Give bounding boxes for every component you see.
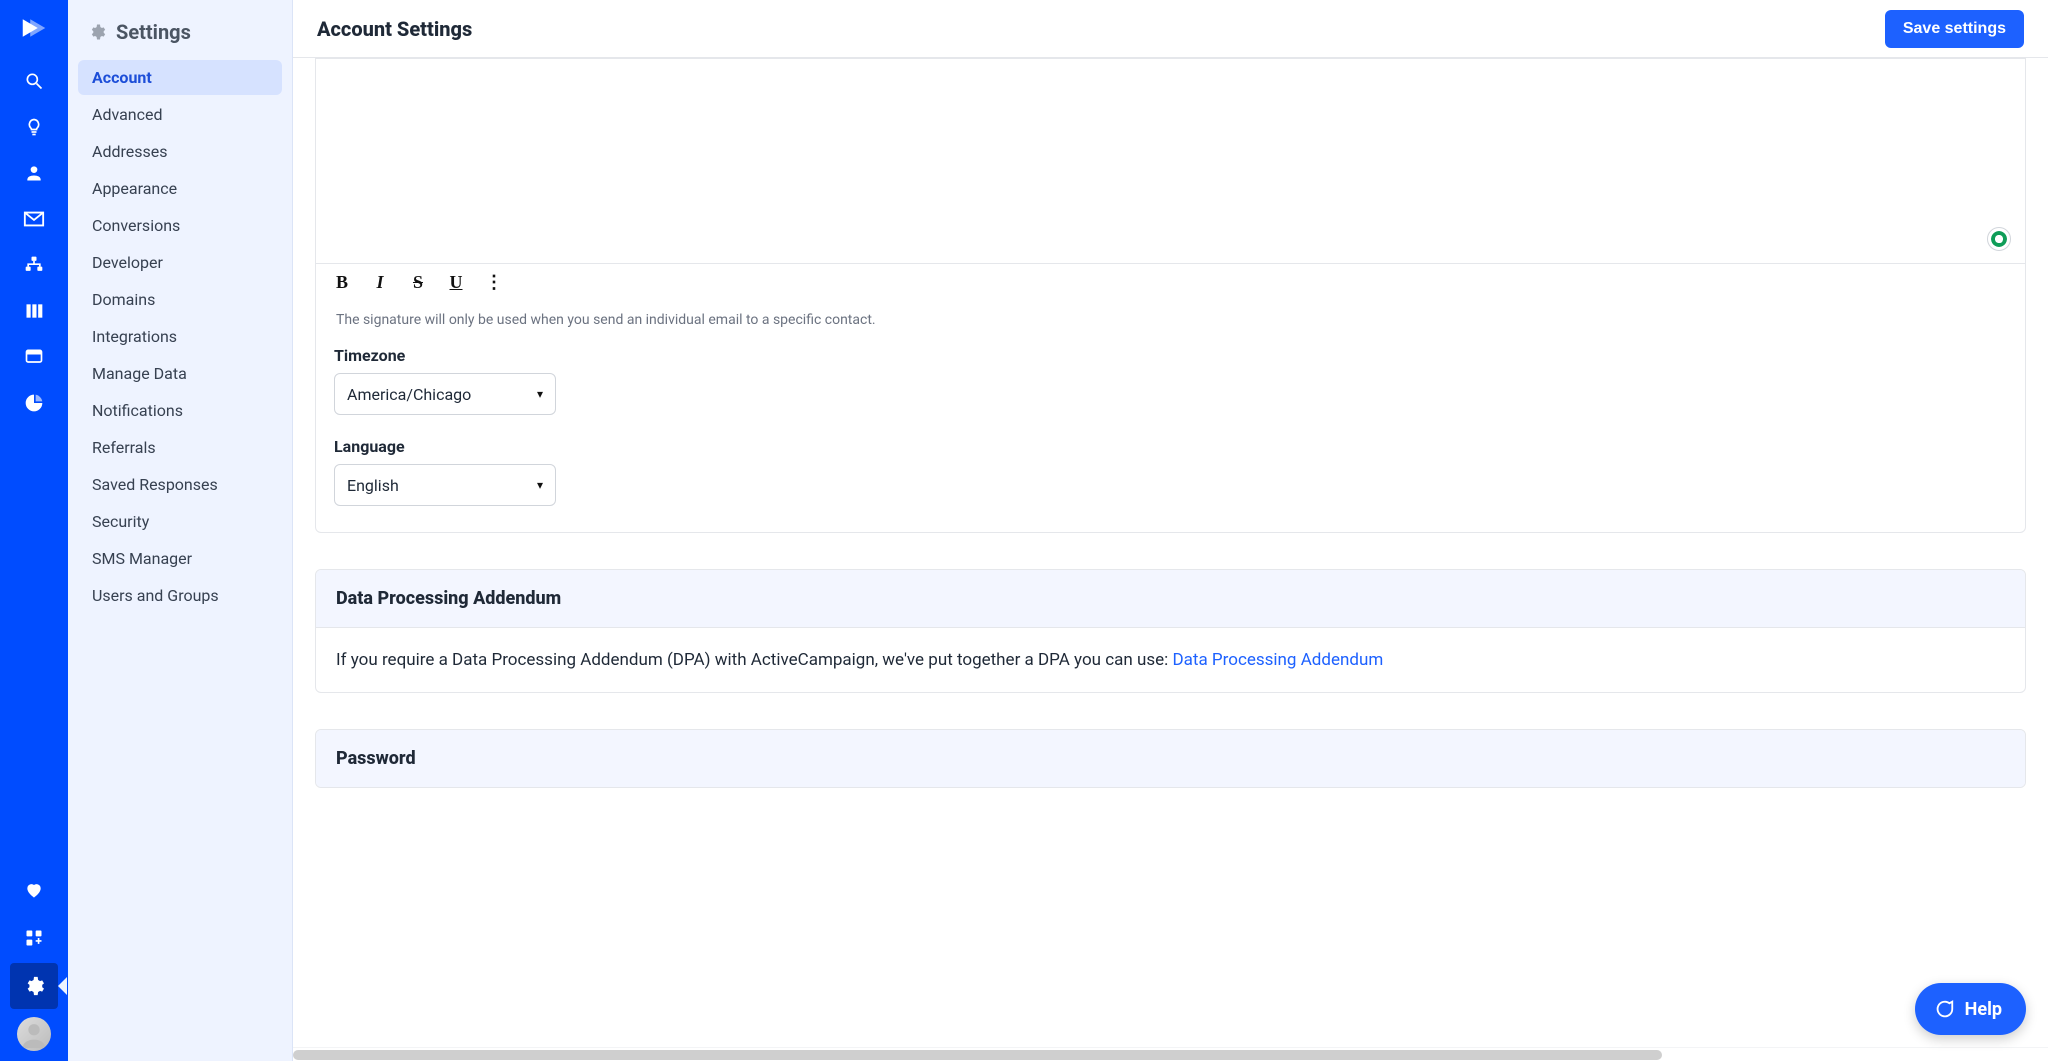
language-select[interactable]: English ▾ (334, 464, 556, 506)
sidebar-item-advanced[interactable]: Advanced (78, 97, 282, 132)
help-label: Help (1965, 999, 2002, 1020)
chevron-down-icon: ▾ (537, 478, 543, 492)
italic-button[interactable]: I (370, 272, 390, 292)
site-icon[interactable] (10, 334, 58, 380)
main-area: Account Settings Save settings G B I S U… (293, 0, 2048, 1061)
deals-icon[interactable] (10, 288, 58, 334)
sidebar-item-sms-manager[interactable]: SMS Manager (78, 541, 282, 576)
dpa-body: If you require a Data Processing Addendu… (316, 628, 2025, 692)
sidebar-item-saved-responses[interactable]: Saved Responses (78, 467, 282, 502)
language-value: English (347, 476, 399, 495)
dpa-section: Data Processing Addendum If you require … (315, 569, 2026, 693)
sidebar-item-integrations[interactable]: Integrations (78, 319, 282, 354)
content-scroll[interactable]: G B I S U ⋮ The signature will only be u… (293, 58, 2048, 1047)
strikethrough-button[interactable]: S (408, 272, 428, 292)
sidebar-item-addresses[interactable]: Addresses (78, 134, 282, 169)
horizontal-scrollbar[interactable] (293, 1047, 2048, 1061)
password-section: Password (315, 729, 2026, 788)
sidebar-item-domains[interactable]: Domains (78, 282, 282, 317)
help-button[interactable]: Help (1915, 983, 2026, 1035)
signature-helper-text: The signature will only be used when you… (336, 312, 2005, 328)
editor-toolbar: B I S U ⋮ (316, 264, 2025, 302)
search-icon[interactable] (10, 58, 58, 104)
idea-icon[interactable] (10, 104, 58, 150)
settings-sidebar: Settings Account Advanced Addresses Appe… (68, 0, 293, 1061)
topbar: Account Settings Save settings (293, 0, 2048, 58)
sidebar-item-developer[interactable]: Developer (78, 245, 282, 280)
dpa-title: Data Processing Addendum (316, 570, 2025, 628)
sidebar-item-referrals[interactable]: Referrals (78, 430, 282, 465)
sidebar-item-account[interactable]: Account (78, 60, 282, 95)
scrollbar-thumb[interactable] (293, 1050, 1662, 1060)
campaigns-icon[interactable] (10, 196, 58, 242)
sidebar-item-conversions[interactable]: Conversions (78, 208, 282, 243)
more-format-button[interactable]: ⋮ (484, 272, 504, 292)
timezone-group: Timezone America/Chicago ▾ (334, 346, 2007, 415)
page-title: Account Settings (317, 17, 472, 41)
password-title: Password (316, 730, 2025, 787)
settings-icon[interactable] (10, 963, 58, 1009)
sidebar-item-appearance[interactable]: Appearance (78, 171, 282, 206)
contacts-icon[interactable] (10, 150, 58, 196)
underline-button[interactable]: U (446, 272, 466, 292)
timezone-select[interactable]: America/Chicago ▾ (334, 373, 556, 415)
dpa-link[interactable]: Data Processing Addendum (1173, 650, 1384, 670)
apps-icon[interactable] (10, 915, 58, 961)
timezone-label: Timezone (334, 346, 2007, 365)
user-avatar[interactable] (17, 1017, 51, 1051)
app-logo[interactable] (14, 8, 54, 48)
reports-icon[interactable] (10, 380, 58, 426)
signature-editor-area[interactable]: G (316, 59, 2025, 264)
sidebar-item-users-groups[interactable]: Users and Groups (78, 578, 282, 613)
sidebar-title: Settings (78, 14, 282, 60)
sidebar-title-text: Settings (116, 20, 191, 44)
sidebar-item-manage-data[interactable]: Manage Data (78, 356, 282, 391)
automations-icon[interactable] (10, 242, 58, 288)
signature-card: G B I S U ⋮ The signature will only be u… (315, 58, 2026, 533)
language-label: Language (334, 437, 2007, 456)
save-settings-button[interactable]: Save settings (1885, 10, 2024, 48)
grammarly-icon[interactable]: G (1987, 227, 2011, 251)
gear-icon (88, 23, 106, 41)
sidebar-item-security[interactable]: Security (78, 504, 282, 539)
favorites-icon[interactable] (10, 867, 58, 913)
bold-button[interactable]: B (332, 272, 352, 292)
sidebar-item-notifications[interactable]: Notifications (78, 393, 282, 428)
timezone-value: America/Chicago (347, 385, 471, 404)
chevron-down-icon: ▾ (537, 387, 543, 401)
dpa-text: If you require a Data Processing Addendu… (336, 650, 1173, 670)
chat-icon (1933, 998, 1955, 1020)
primary-nav-rail (0, 0, 68, 1061)
language-group: Language English ▾ (334, 437, 2007, 506)
